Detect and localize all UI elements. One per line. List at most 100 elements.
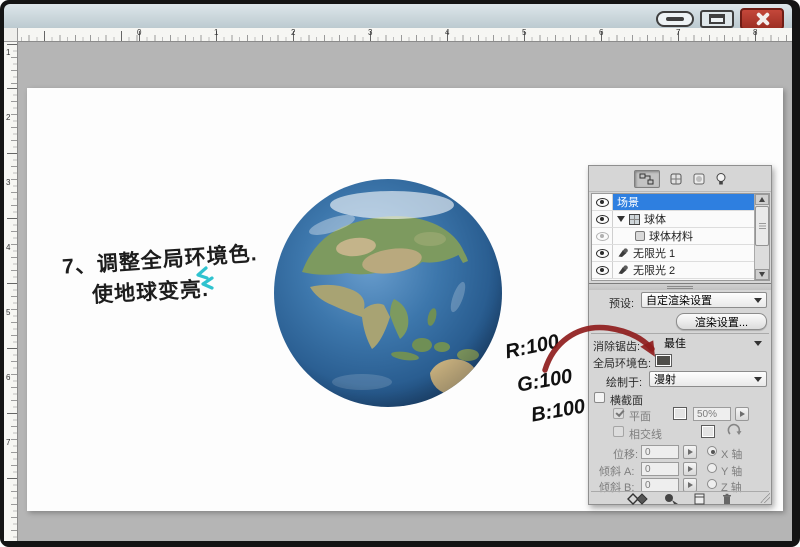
axis-x-radio[interactable] bbox=[707, 446, 717, 456]
maximize-icon bbox=[709, 14, 725, 24]
ambient-color-swatch[interactable] bbox=[655, 354, 672, 367]
paint-on-label: 绘制于: bbox=[606, 374, 642, 390]
plane-opacity-field[interactable]: 50% bbox=[693, 407, 731, 421]
stepper-arrow-icon bbox=[688, 482, 693, 488]
eye-icon bbox=[596, 215, 609, 224]
visibility-cell[interactable] bbox=[592, 194, 613, 210]
ruler-number: 7 bbox=[676, 28, 680, 37]
light-toggle-icon bbox=[663, 493, 679, 505]
eye-icon bbox=[596, 232, 609, 241]
tilt-a-stepper[interactable] bbox=[683, 462, 697, 476]
chevron-down-icon bbox=[754, 377, 762, 382]
cross-section-checkbox[interactable] bbox=[594, 392, 605, 403]
preset-label: 预设: bbox=[609, 295, 634, 311]
panel-splitter-grip[interactable] bbox=[589, 283, 771, 290]
antialias-label: 消除锯齿: bbox=[593, 338, 640, 354]
offset-field[interactable]: 0 bbox=[641, 445, 679, 459]
toggle-ground-plane-button[interactable] bbox=[627, 493, 649, 505]
tree-row-sphere-material[interactable]: 球体材料 bbox=[592, 228, 769, 245]
divider bbox=[591, 491, 769, 492]
trash-icon bbox=[721, 493, 733, 505]
panel-resize-grip[interactable] bbox=[760, 493, 770, 503]
intersection-color-swatch[interactable] bbox=[701, 425, 715, 438]
plane-opacity-stepper[interactable] bbox=[735, 407, 749, 421]
visibility-cell[interactable] bbox=[592, 228, 613, 244]
tree-row-light-2[interactable]: 无限光 2 bbox=[592, 262, 769, 279]
tilt-b-field[interactable]: 0 bbox=[641, 478, 679, 492]
ruler-number: 6 bbox=[599, 28, 603, 37]
ruler-vertical: 1234567 bbox=[4, 42, 18, 541]
intersection-checkbox[interactable] bbox=[613, 426, 624, 437]
antialias-dropdown[interactable]: 最佳 bbox=[659, 335, 767, 351]
visibility-cell[interactable] bbox=[592, 262, 613, 278]
ambient-color-label: 全局环境色: bbox=[593, 355, 651, 371]
tree-row-scene[interactable]: 场景 bbox=[592, 194, 769, 211]
preset-value: 自定渲染设置 bbox=[646, 292, 750, 308]
ruler-number: 7 bbox=[6, 438, 10, 447]
earth-globe[interactable] bbox=[272, 177, 504, 409]
close-button[interactable] bbox=[740, 8, 784, 30]
chevron-down-icon bbox=[754, 298, 762, 303]
render-settings-label: 渲染设置... bbox=[695, 314, 748, 330]
tilt-b-value: 0 bbox=[645, 480, 651, 491]
tilt-a-field[interactable]: 0 bbox=[641, 462, 679, 476]
preset-dropdown[interactable]: 自定渲染设置 bbox=[641, 292, 767, 308]
stepper-arrow-icon bbox=[688, 449, 693, 455]
plane-label: 平面 bbox=[629, 408, 651, 424]
tilt-a-label: 倾斜 A: bbox=[599, 463, 634, 479]
tree-label: 无限光 2 bbox=[633, 262, 675, 278]
ruler-number: 2 bbox=[6, 113, 10, 122]
tree-scrollbar[interactable] bbox=[754, 194, 769, 280]
plane-color-swatch[interactable] bbox=[673, 407, 687, 420]
minimize-button[interactable] bbox=[656, 11, 694, 27]
stepper-arrow-icon bbox=[740, 411, 745, 417]
panel-3d-scene: 场景 球体 球体材料 bbox=[588, 165, 772, 505]
cross-section-label: 横截面 bbox=[610, 392, 643, 408]
filter-material-button[interactable] bbox=[692, 172, 706, 186]
ruler-number: 3 bbox=[6, 178, 10, 187]
eye-icon bbox=[596, 249, 609, 258]
axis-y-radio[interactable] bbox=[707, 463, 717, 473]
axis-z-radio[interactable] bbox=[707, 479, 717, 489]
scrollbar-thumb[interactable] bbox=[755, 206, 769, 246]
light-filter-icon bbox=[715, 172, 727, 186]
new-item-button[interactable] bbox=[693, 493, 707, 505]
antialias-value: 最佳 bbox=[664, 335, 750, 351]
offset-stepper[interactable] bbox=[683, 445, 697, 459]
arrow-up-icon bbox=[759, 197, 765, 202]
render-settings-button[interactable]: 渲染设置... bbox=[676, 313, 767, 330]
delete-button[interactable] bbox=[721, 493, 733, 505]
filter-scene-button[interactable] bbox=[634, 170, 660, 188]
tree-label: 球体材料 bbox=[649, 228, 693, 244]
ruler-number: 4 bbox=[445, 28, 449, 37]
close-icon bbox=[753, 10, 771, 28]
visibility-cell[interactable] bbox=[592, 211, 613, 227]
sparkle-mark bbox=[188, 262, 224, 298]
visibility-cell[interactable] bbox=[592, 245, 613, 261]
plane-checkbox[interactable] bbox=[613, 408, 624, 419]
stepper-arrow-icon bbox=[688, 466, 693, 472]
tilt-b-stepper[interactable] bbox=[683, 478, 697, 492]
offset-value: 0 bbox=[645, 447, 651, 458]
scroll-down-button[interactable] bbox=[755, 269, 769, 280]
scroll-up-button[interactable] bbox=[755, 194, 769, 205]
ground-plane-icon bbox=[627, 493, 649, 505]
maximize-button[interactable] bbox=[700, 10, 734, 28]
filter-mesh-button[interactable] bbox=[669, 172, 683, 186]
toggle-lights-button[interactable] bbox=[663, 493, 679, 505]
tree-label: 球体 bbox=[644, 211, 666, 227]
title-bar[interactable] bbox=[4, 4, 792, 28]
light-icon bbox=[617, 247, 629, 259]
tree-row-light-1[interactable]: 无限光 1 bbox=[592, 245, 769, 262]
ruler-number: 1 bbox=[6, 48, 10, 57]
flip-cross-section-icon[interactable] bbox=[727, 423, 743, 439]
ruler-number: 3 bbox=[368, 28, 372, 37]
mesh-filter-icon bbox=[669, 172, 683, 186]
tree-label: 无限光 1 bbox=[633, 245, 675, 261]
paint-on-dropdown[interactable]: 漫射 bbox=[649, 371, 767, 387]
tree-row-sphere[interactable]: 球体 bbox=[592, 211, 769, 228]
ruler-number: 6 bbox=[6, 373, 10, 382]
filter-light-button[interactable] bbox=[715, 172, 727, 186]
disclosure-triangle-icon[interactable] bbox=[617, 216, 625, 222]
arrow-down-icon bbox=[759, 272, 765, 277]
